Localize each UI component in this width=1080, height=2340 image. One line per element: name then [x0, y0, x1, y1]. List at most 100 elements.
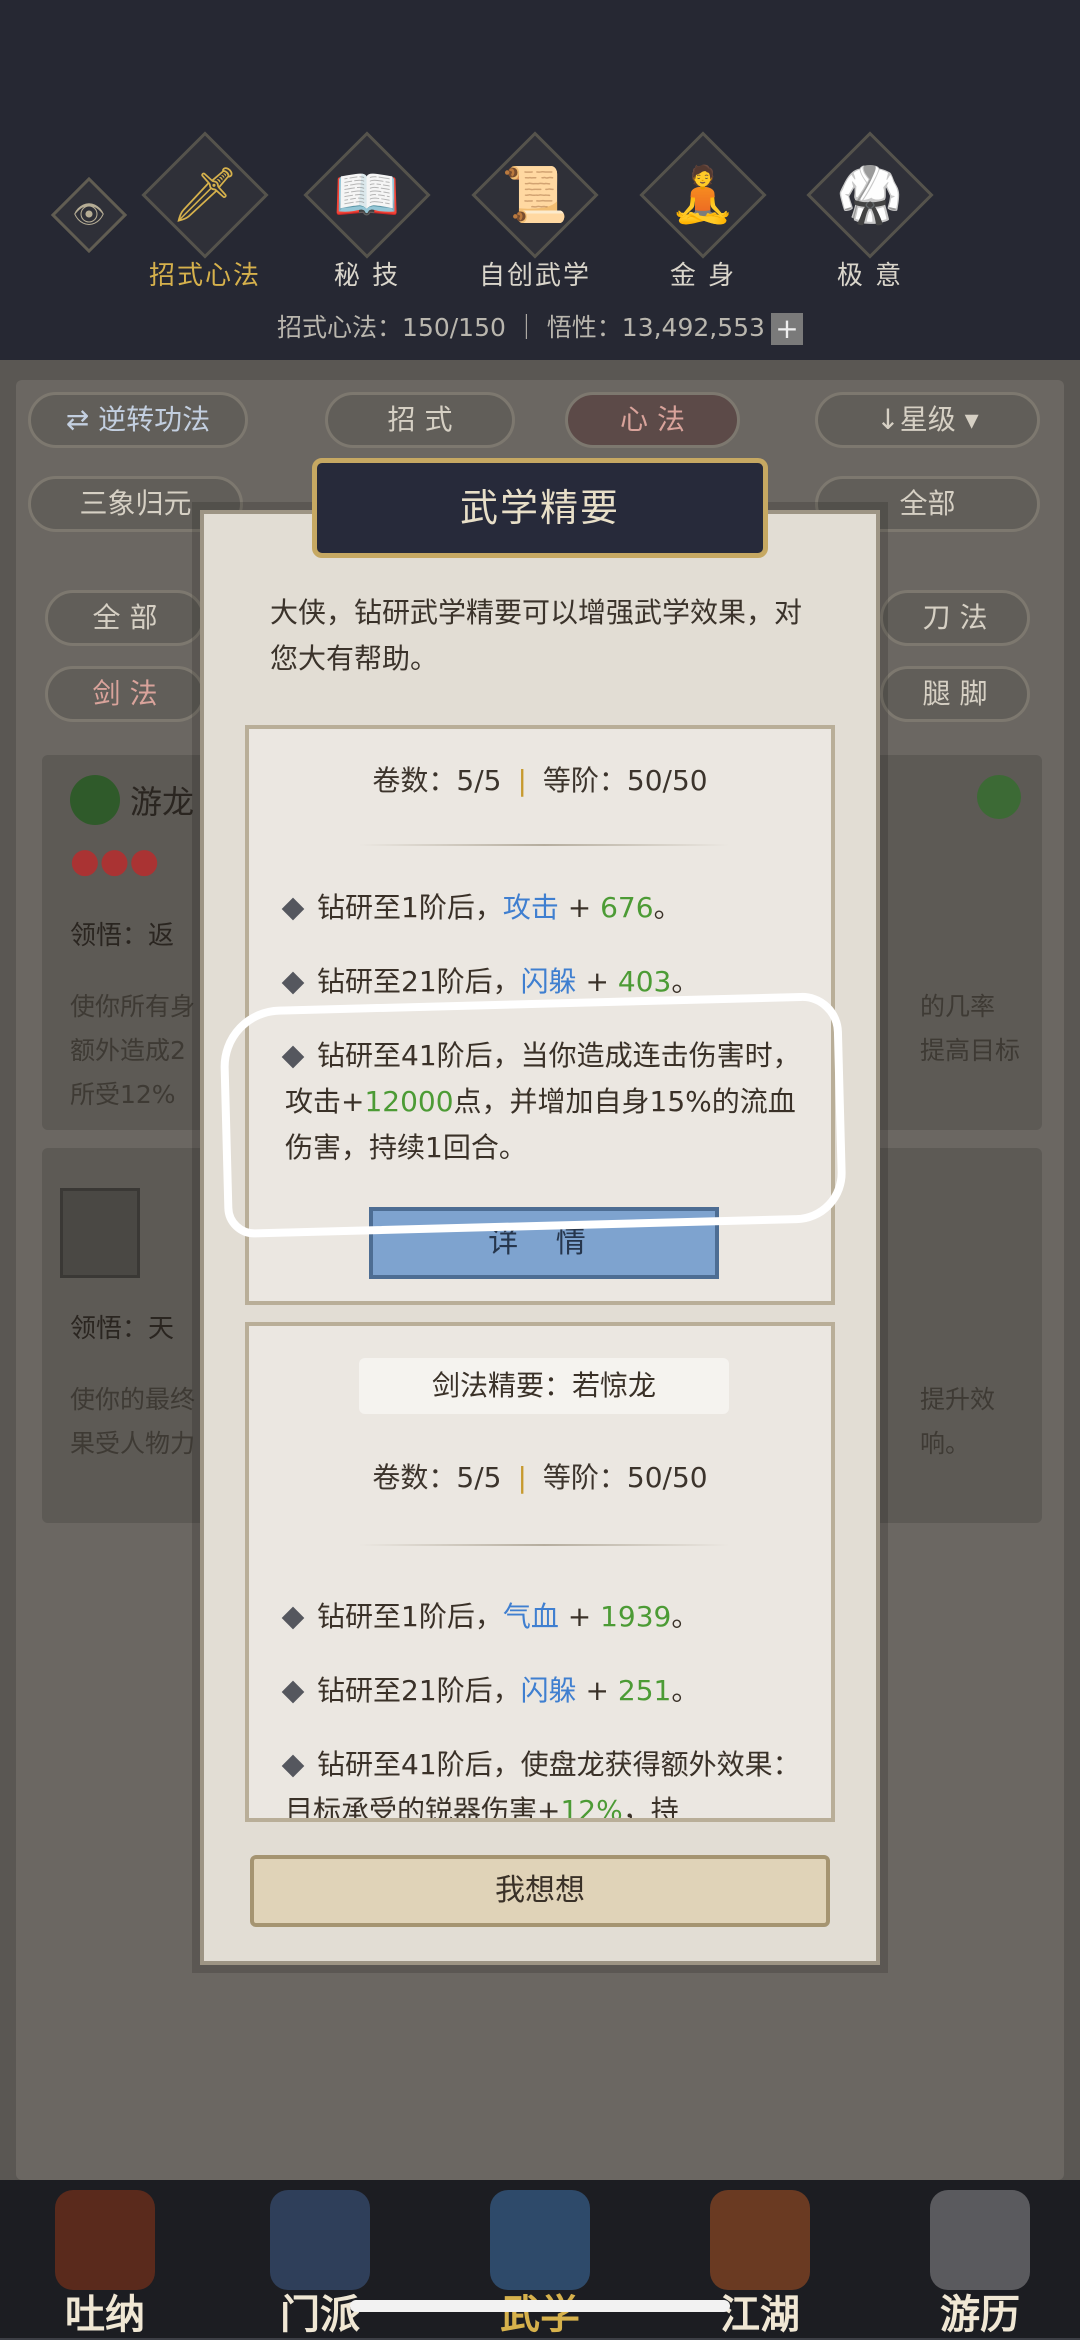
effect-value: 12%	[560, 1794, 623, 1822]
comprehend-label: 领悟：返	[70, 921, 175, 951]
scroll-icon: 📜	[501, 163, 569, 226]
diamond-bullet-icon	[281, 1754, 305, 1778]
tab-label: 招式心法	[148, 261, 261, 291]
effect-stat: 攻击	[502, 891, 559, 924]
effect-stat: 气血	[502, 1600, 559, 1633]
sect-icon	[270, 2190, 370, 2290]
tab-label: 自创武学	[478, 261, 591, 291]
effect-text: 钻研至1阶后，	[317, 1600, 503, 1633]
skill-desc-right: 的几率 提高目标	[920, 992, 1021, 1065]
card-meta: 卷数：5/5 | 等阶：50/50	[249, 759, 831, 799]
card-meta: 卷数：5/5 | 等阶：50/50	[249, 1456, 831, 1496]
effect-value: 251	[617, 1674, 672, 1707]
meditation-icon: 🧘	[669, 163, 737, 226]
tab-label: 金 身	[669, 261, 737, 291]
manual-books-icon	[490, 2190, 590, 2290]
bottom-tab-travel[interactable]: 游历	[905, 2190, 1055, 2338]
chevron-down-icon: ▾	[964, 403, 979, 436]
upgrade-arrow-icon	[60, 1188, 140, 1278]
divider	[359, 844, 729, 846]
sword-icon: 🗡	[170, 163, 240, 226]
essence-effect: 钻研至21阶后，闪躲 + 251。	[281, 1668, 805, 1714]
add-comprehension-button[interactable]: +	[770, 313, 803, 345]
effect-plus: +	[558, 891, 601, 924]
grade-count: 等阶：50/50	[542, 764, 708, 797]
essence-effect: 钻研至41阶后，使盘龙获得额外效果：目标承受的锐器伤害+12%，持	[281, 1742, 805, 1822]
diamond-bullet-icon	[281, 897, 305, 921]
effect-value: 676	[600, 891, 654, 924]
modal-intro: 大侠，钻研武学精要可以增强武学效果，对您大有帮助。	[270, 596, 803, 675]
stats-line: 招式心法：150/150 ｜ 悟性：13,492,553 +	[0, 308, 1080, 345]
category-leg[interactable]: 腿 脚	[880, 666, 1030, 722]
meta-separator: |	[517, 764, 527, 797]
effect-plus: +	[558, 1600, 601, 1633]
top-nav: 🗡 招式心法 📖 秘 技 📜 自创武学 🧘 金 身 🥋 极 意	[40, 131, 1040, 300]
tab-secret-skills[interactable]: 📖 秘 技	[292, 131, 442, 300]
effect-value: 1939	[600, 1600, 672, 1633]
effect-end: 。	[671, 1674, 700, 1707]
bottom-tab-breathing[interactable]: 吐纳	[30, 2190, 180, 2338]
meta-separator: |	[517, 1461, 527, 1494]
essence-subtitle: 剑法精要：若惊龙	[359, 1358, 729, 1414]
tab-golden-body[interactable]: 🧘 金 身	[628, 131, 778, 300]
essence-effect: 钻研至1阶后，攻击 + 676。	[281, 885, 805, 931]
tab-mind[interactable]: 心 法	[565, 392, 740, 448]
diamond-bullet-icon	[281, 971, 305, 995]
tab-label: 极 意	[836, 261, 904, 291]
horse-icon	[930, 2190, 1030, 2290]
effect-text: 钻研至1阶后，	[317, 891, 503, 924]
modal-title: 武学精要	[312, 458, 768, 558]
tab-moves-mind[interactable]: 🗡 招式心法	[130, 131, 280, 300]
skill-name: 游龙	[130, 783, 195, 821]
tab-self-created[interactable]: 📜 自创武学	[460, 131, 610, 300]
grade-count: 等阶：50/50	[542, 1461, 708, 1494]
highlight-circle	[219, 991, 847, 1239]
reverse-icon: ⇄	[65, 403, 99, 436]
effect-plus: +	[576, 1674, 618, 1707]
skill-desc: 使你的最终 果受人物力	[70, 1385, 196, 1458]
category-sword[interactable]: 剑 法	[45, 666, 205, 722]
bottom-tab-label: 游历	[940, 2291, 1020, 2338]
effect-text: 钻研至21阶后，	[317, 965, 521, 998]
skill-icon	[70, 775, 120, 825]
element-icon	[977, 775, 1021, 819]
skill-desc: 使你所有身 额外造成2 所受12%	[70, 992, 196, 1109]
star-icons: ●●●	[70, 841, 160, 881]
tab-moves[interactable]: 招 式	[325, 392, 515, 448]
comprehend-label: 领悟：天	[70, 1314, 175, 1344]
effect-end: 。	[653, 891, 682, 924]
think-again-button[interactable]: 我想想	[250, 1855, 830, 1927]
effect-stat: 闪躲	[520, 965, 577, 998]
martial-pose-icon: 🥋	[836, 163, 904, 226]
sort-dropdown[interactable]: ↓星级 ▾	[815, 392, 1040, 448]
effect-text: 钻研至21阶后，	[317, 1674, 521, 1707]
sort-label: ↓星级	[876, 403, 956, 436]
effect-text-end: ，持	[622, 1794, 679, 1822]
diamond-bullet-icon	[281, 1680, 305, 1704]
essence-card: 剑法精要：若惊龙 卷数：5/5 | 等阶：50/50 钻研至1阶后，气血 + 193…	[245, 1322, 835, 1822]
essence-effect: 钻研至1阶后，气血 + 1939。	[281, 1594, 805, 1640]
reverse-label: 逆转功法	[98, 403, 211, 436]
meditating-figure-icon	[55, 2190, 155, 2290]
volumes-count: 卷数：5/5	[372, 1461, 502, 1494]
reverse-skill-button[interactable]: ⇄ 逆转功法	[28, 392, 248, 448]
home-indicator[interactable]	[350, 2300, 730, 2312]
category-blade[interactable]: 刀 法	[880, 590, 1030, 646]
bottom-tab-label: 吐纳	[65, 2291, 145, 2338]
skill-desc-right: 提升效 响。	[920, 1385, 996, 1458]
book-icon: 📖	[333, 163, 401, 226]
effect-value: 403	[617, 965, 672, 998]
effect-end: 。	[671, 1600, 700, 1633]
volumes-count: 卷数：5/5	[372, 764, 502, 797]
effect-stat: 闪躲	[520, 1674, 577, 1707]
diamond-bullet-icon	[281, 1606, 305, 1630]
tab-label: 秘 技	[333, 261, 401, 291]
tab-ultimate[interactable]: 🥋 极 意	[795, 131, 945, 300]
effect-plus: +	[576, 965, 618, 998]
category-all[interactable]: 全 部	[45, 590, 205, 646]
stats-text: 招式心法：150/150 ｜ 悟性：13,492,553	[277, 313, 765, 342]
effect-end: 。	[671, 965, 700, 998]
effect-text: 钻研至41阶后，使盘龙获得额外效果：目标承受的锐器伤害+	[285, 1748, 801, 1822]
straw-hat-icon	[710, 2190, 810, 2290]
divider	[359, 1544, 729, 1546]
